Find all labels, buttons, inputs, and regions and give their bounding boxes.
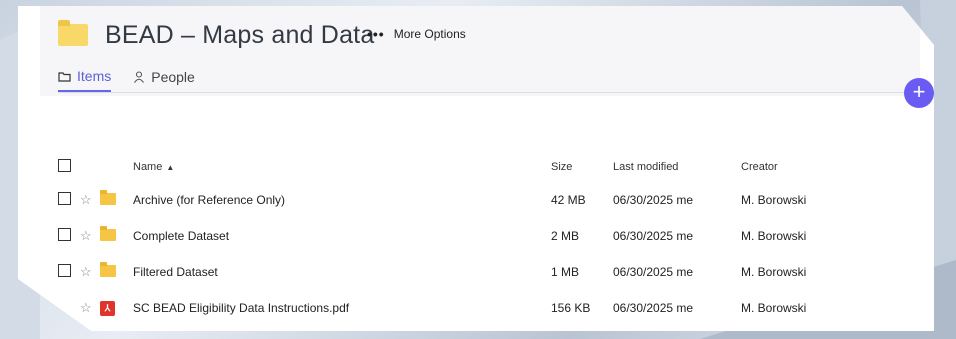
table-row[interactable]: ☆ Archive (for Reference Only) 42 MB 06/…: [58, 182, 908, 218]
item-creator: M. Borowski: [741, 301, 807, 315]
item-creator: M. Borowski: [741, 265, 807, 279]
person-icon: [134, 71, 145, 83]
more-options-button[interactable]: ••• More Options: [367, 26, 466, 42]
sort-ascending-icon: ▲: [166, 163, 175, 172]
name-column-header[interactable]: Name ▲: [133, 161, 551, 173]
plus-icon: +: [912, 79, 926, 104]
tab-items[interactable]: Items: [58, 68, 112, 92]
star-icon[interactable]: ☆: [80, 264, 100, 280]
item-size: 42 MB: [551, 193, 586, 207]
items-table: Name ▲ Size Last modified Creator ☆ Archi…: [58, 156, 908, 326]
file-browser-panel: BEAD – Maps and Data ••• More Options It…: [18, 6, 934, 331]
folder-icon: [58, 20, 88, 46]
item-name[interactable]: Complete Dataset: [133, 229, 551, 243]
tab-divider: [58, 92, 918, 93]
tab-label: People: [151, 69, 195, 85]
item-modified: 06/30/2025 me: [613, 301, 694, 315]
tab-bar: Items People: [58, 68, 195, 92]
table-row[interactable]: ☆ Filtered Dataset 1 MB 06/30/2025 me M.…: [58, 254, 908, 290]
creator-column-header[interactable]: Creator: [741, 161, 901, 173]
item-name[interactable]: Archive (for Reference Only): [133, 193, 551, 207]
item-modified: 06/30/2025 me: [613, 265, 694, 279]
add-button[interactable]: +: [904, 78, 934, 108]
pdf-icon: ⅄: [100, 301, 115, 316]
folder-icon: [100, 189, 116, 205]
item-modified: 06/30/2025 me: [613, 229, 694, 243]
more-dots-icon: •••: [367, 26, 385, 42]
star-icon[interactable]: ☆: [80, 192, 100, 208]
star-icon[interactable]: ☆: [80, 228, 100, 244]
more-options-label: More Options: [393, 27, 466, 41]
folder-outline-icon: [58, 71, 71, 82]
tab-people[interactable]: People: [133, 68, 195, 92]
row-checkbox[interactable]: [58, 264, 71, 277]
item-size: 156 KB: [551, 301, 591, 315]
item-size: 2 MB: [551, 229, 580, 243]
table-header: Name ▲ Size Last modified Creator: [58, 156, 908, 178]
row-checkbox[interactable]: [58, 228, 71, 241]
item-creator: M. Borowski: [741, 193, 807, 207]
modified-column-header[interactable]: Last modified: [613, 161, 741, 173]
item-modified: 06/30/2025 me: [613, 193, 694, 207]
folder-icon: [100, 261, 116, 277]
item-size: 1 MB: [551, 265, 580, 279]
select-all-checkbox[interactable]: [58, 159, 71, 172]
table-row[interactable]: ☆ Complete Dataset 2 MB 06/30/2025 me M.…: [58, 218, 908, 254]
item-creator: M. Borowski: [741, 229, 807, 243]
item-name[interactable]: Filtered Dataset: [133, 265, 551, 279]
row-checkbox[interactable]: [58, 192, 71, 205]
item-name[interactable]: SC BEAD Eligibility Data Instructions.pd…: [133, 301, 551, 315]
tab-label: Items: [77, 68, 112, 84]
size-column-header[interactable]: Size: [551, 161, 613, 173]
table-row[interactable]: ☆ ⅄ SC BEAD Eligibility Data Instruction…: [58, 290, 908, 326]
folder-icon: [100, 225, 116, 241]
star-icon[interactable]: ☆: [80, 300, 100, 316]
page-title: BEAD – Maps and Data: [105, 21, 375, 49]
